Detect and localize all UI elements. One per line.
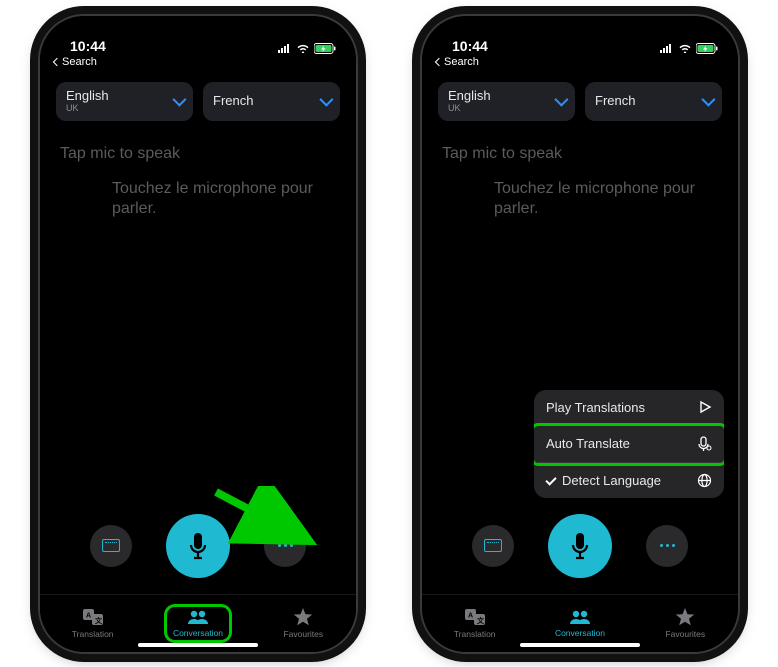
prompt-source: Tap mic to speak — [438, 139, 722, 169]
status-indicators — [660, 43, 718, 54]
prompt-source: Tap mic to speak — [56, 139, 340, 169]
menu-auto-translate[interactable]: Auto Translate — [534, 426, 724, 463]
home-indicator[interactable] — [520, 643, 640, 647]
signal-icon — [660, 43, 674, 53]
mic-auto-icon — [696, 436, 712, 452]
chevron-down-icon — [172, 93, 186, 107]
star-icon — [293, 608, 313, 626]
wifi-icon — [678, 43, 692, 53]
tab-translation[interactable]: A文 Translation — [422, 595, 527, 652]
content-area: Tap mic to speak Touchez le microphone p… — [422, 131, 738, 498]
tab-favourites[interactable]: Favourites — [633, 595, 738, 652]
status-time: 10:44 — [60, 38, 106, 54]
menu-detect-label: Detect Language — [562, 473, 661, 488]
check-icon — [545, 474, 556, 485]
phone-right: 10:44 Search English UK French — [420, 14, 740, 654]
globe-icon — [697, 473, 712, 488]
back-label: Search — [62, 56, 97, 68]
mic-button[interactable] — [548, 514, 612, 578]
ellipsis-icon — [278, 544, 293, 547]
status-indicators — [278, 43, 336, 54]
language-selector-row: English UK French — [40, 68, 356, 131]
svg-text:文: 文 — [477, 616, 485, 625]
chevron-down-icon — [554, 93, 568, 107]
tab-translation-label: Translation — [454, 629, 496, 639]
more-button[interactable] — [646, 525, 688, 567]
tab-favourites[interactable]: Favourites — [251, 595, 356, 652]
menu-play-translations[interactable]: Play Translations — [534, 390, 724, 426]
wifi-icon — [296, 43, 310, 53]
menu-auto-label: Auto Translate — [546, 436, 630, 451]
mic-icon — [568, 531, 592, 561]
screen: 10:44 Search English UK French — [422, 16, 738, 652]
prompt-target: Touchez le microphone pour parler. — [438, 169, 722, 219]
source-language: English — [448, 89, 491, 103]
screen: 10:44 Search English UK French — [40, 16, 356, 652]
keyboard-button[interactable] — [472, 525, 514, 567]
ellipsis-icon — [660, 544, 675, 547]
tab-conversation-label: Conversation — [173, 628, 223, 638]
controls-row — [422, 498, 738, 594]
tab-conversation-label: Conversation — [555, 628, 605, 638]
play-icon — [698, 400, 712, 414]
conversation-icon — [187, 609, 209, 625]
notch — [505, 16, 655, 42]
phone-left: 10:44 Search English UK French — [38, 14, 358, 654]
content-area: Tap mic to speak Touchez le microphone p… — [40, 131, 356, 498]
more-menu: Play Translations Auto Translate Detect … — [534, 390, 724, 498]
status-time: 10:44 — [442, 38, 488, 54]
battery-icon — [314, 43, 336, 54]
translation-icon: A文 — [82, 608, 104, 626]
tab-translation[interactable]: A文 Translation — [40, 595, 145, 652]
star-icon — [675, 608, 695, 626]
mic-button[interactable] — [166, 514, 230, 578]
tab-favourites-label: Favourites — [665, 629, 705, 639]
target-language-pill[interactable]: French — [585, 82, 722, 121]
language-selector-row: English UK French — [422, 68, 738, 131]
mic-icon — [186, 531, 210, 561]
source-language-sub: UK — [66, 104, 109, 114]
more-button[interactable] — [264, 525, 306, 567]
chevron-left-icon — [435, 57, 443, 65]
signal-icon — [278, 43, 292, 53]
source-language-pill[interactable]: English UK — [438, 82, 575, 121]
prompt-target: Touchez le microphone pour parler. — [56, 169, 340, 219]
back-to-search[interactable]: Search — [40, 54, 356, 68]
home-indicator[interactable] — [138, 643, 258, 647]
keyboard-button[interactable] — [90, 525, 132, 567]
keyboard-icon — [102, 539, 120, 552]
menu-play-label: Play Translations — [546, 400, 645, 415]
source-language-sub: UK — [448, 104, 491, 114]
svg-text:A: A — [468, 612, 473, 619]
menu-detect-language[interactable]: Detect Language — [534, 463, 724, 498]
svg-text:A: A — [86, 612, 91, 619]
tab-favourites-label: Favourites — [283, 629, 323, 639]
svg-text:文: 文 — [95, 616, 103, 625]
target-language: French — [213, 94, 253, 108]
target-language-pill[interactable]: French — [203, 82, 340, 121]
battery-icon — [696, 43, 718, 54]
chevron-down-icon — [319, 93, 333, 107]
chevron-down-icon — [701, 93, 715, 107]
translation-icon: A文 — [464, 608, 486, 626]
tab-translation-label: Translation — [72, 629, 114, 639]
keyboard-icon — [484, 539, 502, 552]
conversation-icon — [569, 609, 591, 625]
chevron-left-icon — [53, 57, 61, 65]
back-label: Search — [444, 56, 479, 68]
source-language: English — [66, 89, 109, 103]
target-language: French — [595, 94, 635, 108]
source-language-pill[interactable]: English UK — [56, 82, 193, 121]
back-to-search[interactable]: Search — [422, 54, 738, 68]
controls-row — [40, 498, 356, 594]
notch — [123, 16, 273, 42]
